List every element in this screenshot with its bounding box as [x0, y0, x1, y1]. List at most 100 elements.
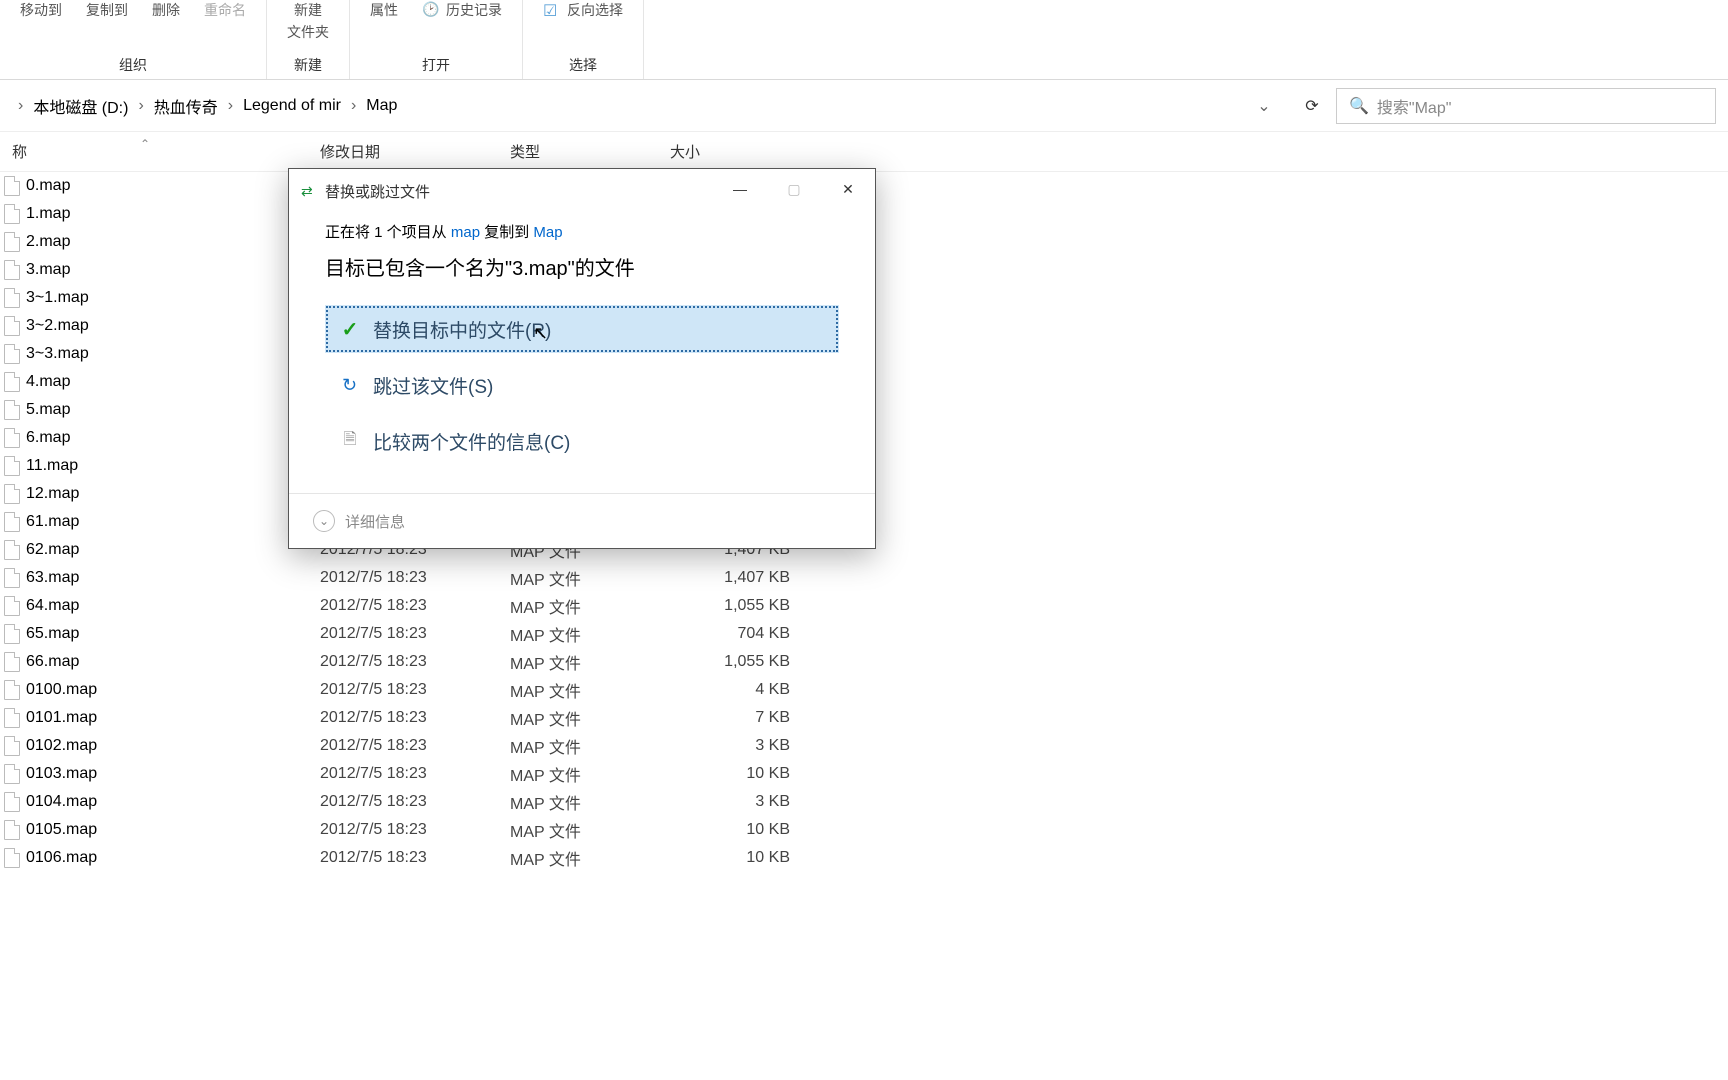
- file-row[interactable]: 64.map2012/7/5 18:23MAP 文件1,055 KB: [0, 592, 1728, 620]
- file-icon: [4, 456, 20, 476]
- column-header-name[interactable]: 称 ⌃: [0, 141, 320, 162]
- file-name: 63.map: [26, 569, 79, 587]
- file-row[interactable]: 0101.map2012/7/5 18:23MAP 文件7 KB: [0, 704, 1728, 732]
- file-name: 11.map: [26, 457, 78, 475]
- file-date: 2012/7/5 18:23: [320, 653, 510, 671]
- file-type: MAP 文件: [510, 678, 670, 702]
- file-date: 2012/7/5 18:23: [320, 849, 510, 867]
- file-name: 66.map: [26, 653, 79, 671]
- breadcrumb-chevron-icon: ›: [228, 97, 233, 115]
- invert-selection-button[interactable]: 反向选择: [543, 0, 623, 20]
- ribbon-group-new: 新建 文件夹 新建: [267, 0, 350, 79]
- file-type: MAP 文件: [510, 594, 670, 618]
- file-row[interactable]: 0102.map2012/7/5 18:23MAP 文件3 KB: [0, 732, 1728, 760]
- dialog-conflict-text: 目标已包含一个名为"3.map"的文件: [325, 252, 839, 281]
- source-link[interactable]: map: [451, 224, 480, 241]
- file-row[interactable]: 0100.map2012/7/5 18:23MAP 文件4 KB: [0, 676, 1728, 704]
- file-size: 10 KB: [670, 765, 790, 783]
- file-icon: [4, 232, 20, 252]
- file-name: 0100.map: [26, 681, 97, 699]
- ribbon-group-label: 新建: [294, 55, 322, 75]
- file-date: 2012/7/5 18:23: [320, 625, 510, 643]
- file-name: 1.map: [26, 205, 70, 223]
- refresh-button[interactable]: ⟳: [1296, 90, 1328, 122]
- rename-button[interactable]: 重命名: [204, 0, 246, 20]
- file-name: 0106.map: [26, 849, 97, 867]
- file-name: 61.map: [26, 513, 79, 531]
- breadcrumb-item[interactable]: 本地磁盘 (D:): [33, 94, 128, 118]
- replace-or-skip-dialog: 替换或跳过文件 — ▢ ✕ 正在将 1 个项目从 map 复制到 Map 目标已…: [288, 168, 876, 549]
- address-bar-row: › 本地磁盘 (D:) › 热血传奇 › Legend of mir › Map…: [0, 80, 1728, 132]
- close-button[interactable]: ✕: [821, 169, 875, 209]
- ribbon-group-label: 打开: [422, 55, 450, 75]
- file-row[interactable]: 0106.map2012/7/5 18:23MAP 文件10 KB: [0, 844, 1728, 872]
- breadcrumb-dropdown-icon[interactable]: ⌄: [1246, 96, 1282, 116]
- file-icon: [4, 736, 20, 756]
- file-icon: [4, 820, 20, 840]
- file-name: 0102.map: [26, 737, 97, 755]
- move-to-button[interactable]: 移动到: [20, 0, 62, 20]
- compare-option[interactable]: 比较两个文件的信息(C): [325, 417, 839, 465]
- file-size: 10 KB: [670, 849, 790, 867]
- column-headers: 称 ⌃ 修改日期 类型 大小: [0, 132, 1728, 172]
- breadcrumb-item[interactable]: Map: [366, 97, 397, 115]
- ribbon-group-organize: 移动到 复制到 删除 重命名 组织: [0, 0, 267, 79]
- file-row[interactable]: 0105.map2012/7/5 18:23MAP 文件10 KB: [0, 816, 1728, 844]
- file-icon: [4, 568, 20, 588]
- file-type: MAP 文件: [510, 818, 670, 842]
- destination-link[interactable]: Map: [533, 224, 562, 241]
- file-type: MAP 文件: [510, 622, 670, 646]
- file-icon: [4, 316, 20, 336]
- file-icon: [4, 596, 20, 616]
- copy-to-button[interactable]: 复制到: [86, 0, 128, 20]
- file-size: 10 KB: [670, 821, 790, 839]
- file-size: 4 KB: [670, 681, 790, 699]
- skip-option[interactable]: 跳过该文件(S): [325, 361, 839, 409]
- file-date: 2012/7/5 18:23: [320, 737, 510, 755]
- history-button[interactable]: 历史记录: [422, 0, 502, 20]
- file-date: 2012/7/5 18:23: [320, 569, 510, 587]
- file-name: 0103.map: [26, 765, 97, 783]
- file-row[interactable]: 0103.map2012/7/5 18:23MAP 文件10 KB: [0, 760, 1728, 788]
- file-icon: [4, 764, 20, 784]
- file-icon: [4, 540, 20, 560]
- file-name: 3~3.map: [26, 345, 89, 363]
- file-size: 1,407 KB: [670, 569, 790, 587]
- dialog-titlebar[interactable]: 替换或跳过文件 — ▢ ✕: [289, 169, 875, 213]
- details-toggle[interactable]: 详细信息: [345, 511, 405, 532]
- file-row[interactable]: 0104.map2012/7/5 18:23MAP 文件3 KB: [0, 788, 1728, 816]
- file-row[interactable]: 63.map 2012/7/5 18:23MAP 文件1,407 KB: [0, 564, 1728, 592]
- file-name: 4.map: [26, 373, 70, 391]
- file-name: 3.map: [26, 261, 70, 279]
- file-name: 2.map: [26, 233, 70, 251]
- file-name: 64.map: [26, 597, 79, 615]
- delete-button[interactable]: 删除: [152, 0, 180, 20]
- file-type: MAP 文件: [510, 650, 670, 674]
- file-row[interactable]: 66.map2012/7/5 18:23MAP 文件1,055 KB: [0, 648, 1728, 676]
- file-name: 62.map: [26, 541, 79, 559]
- search-placeholder: 搜索"Map": [1377, 94, 1452, 118]
- replace-option[interactable]: 替换目标中的文件(R) ↖: [325, 305, 839, 353]
- search-input[interactable]: 🔍 搜索"Map": [1336, 88, 1716, 124]
- invert-icon: [543, 1, 561, 19]
- file-date: 2012/7/5 18:23: [320, 597, 510, 615]
- file-icon: [4, 400, 20, 420]
- skip-icon: [339, 375, 361, 396]
- file-icon: [4, 624, 20, 644]
- new-folder-button[interactable]: 新建 文件夹: [287, 0, 329, 42]
- file-type: MAP 文件: [510, 566, 670, 590]
- column-header-date[interactable]: 修改日期: [320, 141, 510, 162]
- file-name: 12.map: [26, 485, 79, 503]
- file-icon: [4, 848, 20, 868]
- file-date: 2012/7/5 18:23: [320, 765, 510, 783]
- minimize-button[interactable]: —: [713, 169, 767, 209]
- properties-button[interactable]: 属性: [370, 0, 398, 20]
- column-header-size[interactable]: 大小: [670, 141, 790, 162]
- file-name: 3~2.map: [26, 317, 89, 335]
- chevron-down-icon[interactable]: ⌄: [313, 510, 335, 532]
- breadcrumb-item[interactable]: Legend of mir: [243, 97, 341, 115]
- breadcrumb-item[interactable]: 热血传奇: [154, 94, 218, 118]
- file-row[interactable]: 65.map2012/7/5 18:23MAP 文件704 KB: [0, 620, 1728, 648]
- column-header-type[interactable]: 类型: [510, 141, 670, 162]
- breadcrumb[interactable]: › 本地磁盘 (D:) › 热血传奇 › Legend of mir › Map…: [12, 88, 1288, 124]
